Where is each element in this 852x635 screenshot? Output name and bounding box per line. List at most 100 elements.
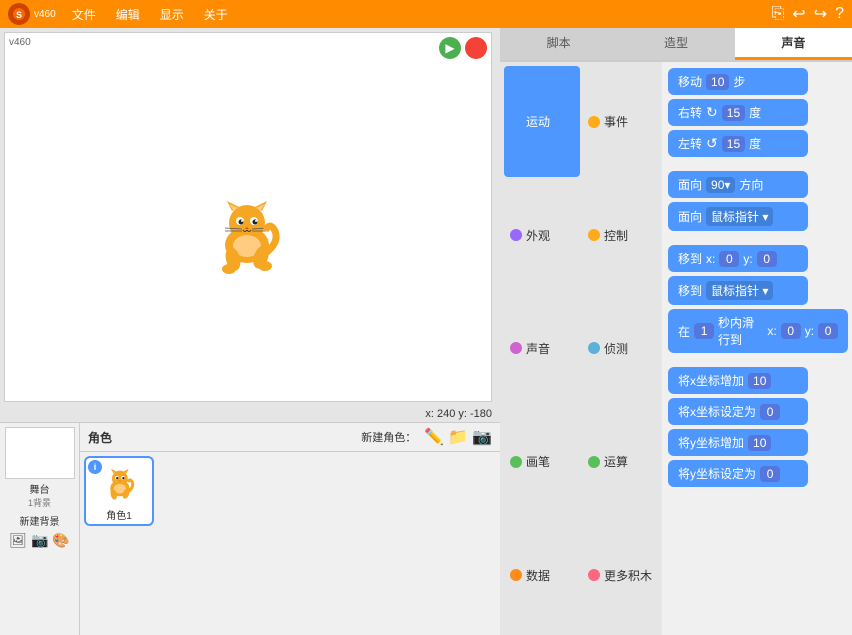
category-motion[interactable]: 运动 [504,66,580,177]
bg-paint-icon[interactable]: 🎨 [52,532,69,549]
category-control[interactable]: 控制 [582,179,658,290]
block-goto-text1: 移到 [678,250,702,267]
sprites-area: 角色 新建角色： ✏️ 📁 📷 i [80,423,500,635]
block-turn-left-icon: ↺ [706,135,718,152]
undo-icon[interactable]: ↩ [792,4,805,24]
category-sensing[interactable]: 侦测 [582,293,658,404]
block-set-y-text: 将y坐标设定为 [678,465,756,482]
category-events[interactable]: 事件 [582,66,658,177]
block-change-y[interactable]: 将y坐标增加 10 [668,429,808,456]
tab-scripts[interactable]: 脚本 [500,28,617,60]
category-operators-label: 运算 [604,453,628,470]
sensing-dot [588,342,600,354]
green-flag-button[interactable]: ▶ [439,37,461,59]
category-pen[interactable]: 画笔 [504,406,580,517]
block-set-x[interactable]: 将x坐标设定为 0 [668,398,808,425]
menu-file[interactable]: 文件 [68,4,100,25]
copy-icon[interactable]: ⎘ [771,5,784,23]
block-goto-xy[interactable]: 移到 x: 0 y: 0 [668,245,808,272]
block-change-x-text: 将x坐标增加 [678,372,744,389]
block-change-y-input[interactable]: 10 [748,435,771,451]
block-goto-xlabel: x: [706,252,715,266]
block-set-y[interactable]: 将y坐标设定为 0 [668,460,808,487]
block-glide-x[interactable]: 0 [781,323,801,339]
block-gap-2 [668,235,846,241]
block-goto-x[interactable]: 0 [719,251,739,267]
block-glide-secs[interactable]: 1 [694,323,714,339]
sprites-header: 角色 新建角色： ✏️ 📁 📷 [80,423,500,452]
tab-sounds[interactable]: 声音 [735,28,852,60]
stop-button[interactable] [465,37,487,59]
sprite-info-icon[interactable]: i [88,460,102,474]
menu-view[interactable]: 显示 [156,4,188,25]
block-turn-right[interactable]: 右转 ↻ 15 度 [668,99,808,126]
block-face-dir-text2: 方向 [739,176,763,193]
bg-icons: 🖼 📷 🎨 [9,532,70,549]
category-events-label: 事件 [604,113,628,130]
events-dot [588,116,600,128]
sprites-panel: 舞台 1背景 新建背景 🖼 📷 🎨 角色 新建角色： ✏️ 📁 📷 [0,422,500,635]
category-motion-label: 运动 [526,113,550,130]
tab-costumes[interactable]: 造型 [617,28,734,60]
sound-dot [510,342,522,354]
block-set-x-input[interactable]: 0 [760,404,780,420]
block-set-y-input[interactable]: 0 [760,466,780,482]
tabs-row: 脚本 造型 声音 [500,28,852,62]
block-glide[interactable]: 在 1 秒内滑行到 x: 0 y: 0 [668,309,848,353]
coordinates: x: 240 y: -180 [425,408,492,420]
category-appearance[interactable]: 外观 [504,179,580,290]
operators-dot [588,456,600,468]
category-operators[interactable]: 运算 [582,406,658,517]
new-bg-button[interactable]: 新建背景 [20,513,60,528]
stage-thumbnail[interactable] [5,427,75,479]
block-face-mouse-text1: 面向 [678,208,702,225]
block-turn-left-text2: 度 [749,135,761,152]
block-face-mouse[interactable]: 面向 鼠标指针 ▾ [668,202,808,231]
pen-dot [510,456,522,468]
block-glide-xlabel: x: [767,324,776,338]
category-data[interactable]: 数据 [504,520,580,631]
redo-icon[interactable]: ↪ [814,4,827,24]
block-turn-left-input[interactable]: 15 [722,136,745,152]
block-gap-1 [668,161,846,167]
motion-dot [510,116,522,128]
category-more[interactable]: 更多积木 [582,520,658,631]
block-change-x-input[interactable]: 10 [748,373,771,389]
block-turn-right-input[interactable]: 15 [722,105,745,121]
block-glide-text1: 在 [678,323,690,340]
cat-sprite[interactable] [195,183,295,283]
blocks-list: 移动 10 步 右转 ↻ 15 度 左转 ↺ 15 度 [662,62,852,635]
category-sound-label: 声音 [526,340,550,357]
bg-image-icon[interactable]: 🖼 [9,532,27,549]
block-face-dir[interactable]: 面向 90▾ 方向 [668,171,808,198]
block-set-x-text: 将x坐标设定为 [678,403,756,420]
control-dot [588,229,600,241]
new-sprite-label: 新建角色： [361,429,416,445]
stage-label: 舞台 1背景 [28,481,51,509]
block-glide-ylabel: y: [805,324,814,338]
sprite-item[interactable]: i [84,456,154,526]
help-icon[interactable]: ? [835,5,844,23]
block-turn-left[interactable]: 左转 ↺ 15 度 [668,130,808,157]
category-sound[interactable]: 声音 [504,293,580,404]
block-glide-y[interactable]: 0 [818,323,838,339]
block-goto-mouse[interactable]: 移到 鼠标指针 ▾ [668,276,808,305]
appearance-dot [510,229,522,241]
block-change-y-text: 将y坐标增加 [678,434,744,451]
new-sprite-camera-icon[interactable]: 📷 [472,427,492,447]
new-sprite-draw-icon[interactable]: ✏️ [424,427,444,447]
stage-panel: v460 ▶ [0,28,500,635]
block-move[interactable]: 移动 10 步 [668,68,808,95]
block-face-mouse-dropdown[interactable]: 鼠标指针 ▾ [706,207,773,226]
block-face-dir-dropdown[interactable]: 90▾ [706,177,735,193]
block-move-input[interactable]: 10 [706,74,729,90]
svg-text:S: S [16,10,22,20]
menu-edit[interactable]: 编辑 [112,4,144,25]
block-goto-mouse-dropdown[interactable]: 鼠标指针 ▾ [706,281,773,300]
block-goto-ylabel: y: [743,252,752,266]
new-sprite-file-icon[interactable]: 📁 [448,427,468,447]
block-change-x[interactable]: 将x坐标增加 10 [668,367,808,394]
menu-about[interactable]: 关于 [200,4,232,25]
bg-camera-icon[interactable]: 📷 [31,532,48,549]
block-goto-y[interactable]: 0 [757,251,777,267]
